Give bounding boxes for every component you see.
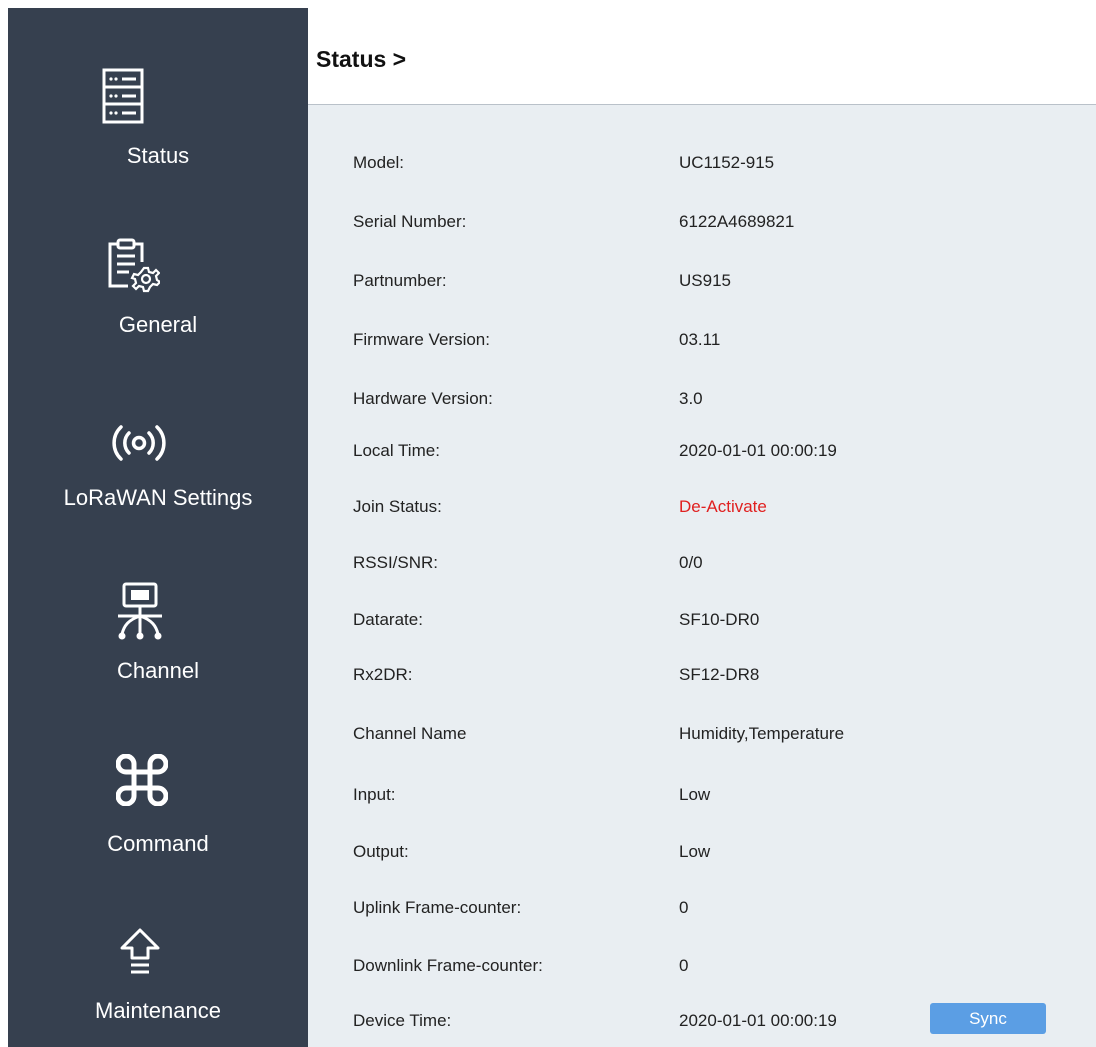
row-value: Low: [679, 785, 711, 804]
sidebar-item-channel[interactable]: Channel: [8, 508, 308, 683]
status-row-join-status: Join Status: De-Activate: [308, 497, 1096, 527]
sidebar-item-maintenance[interactable]: Maintenance: [8, 848, 308, 1023]
row-label: Input:: [353, 785, 396, 804]
row-label: Output:: [353, 842, 409, 861]
status-row-output: Output: Low: [308, 842, 1096, 872]
row-value: SF12-DR8: [679, 665, 760, 684]
row-label: Hardware Version:: [353, 389, 493, 408]
row-label: Device Time:: [353, 1011, 452, 1030]
status-row-input: Input: Low: [308, 785, 1096, 815]
row-value: 3.0: [679, 389, 703, 408]
status-row-model: Model: UC1152-915: [308, 153, 1096, 183]
row-value: 0/0: [679, 553, 703, 572]
row-label: Partnumber:: [353, 271, 447, 290]
row-value: US915: [679, 271, 731, 290]
status-panel: Status > Model: UC1152-915 Serial Number…: [308, 8, 1096, 1047]
row-label: Rx2DR:: [353, 665, 413, 684]
row-value: 03.11: [679, 330, 721, 349]
status-row-rx2dr: Rx2DR: SF12-DR8: [308, 665, 1096, 695]
join-status-value: De-Activate: [679, 497, 767, 516]
row-value: 0: [679, 956, 689, 975]
row-label: Join Status:: [353, 497, 442, 516]
row-value: 6122A4689821: [679, 212, 795, 231]
wireless-signal-icon: [112, 425, 166, 461]
upgrade-arrow-icon: [120, 928, 160, 974]
row-label: Datarate:: [353, 610, 423, 629]
row-label: Local Time:: [353, 441, 440, 460]
status-row-local-time: Local Time: 2020-01-01 00:00:19: [308, 441, 1096, 471]
sidebar-item-label: Status: [126, 143, 190, 168]
status-row-firmware-version: Firmware Version: 03.11: [308, 330, 1096, 360]
sidebar-item-lorawan-settings[interactable]: LoRaWAN Settings: [8, 338, 308, 510]
row-label: Serial Number:: [353, 212, 467, 231]
status-row-rssi-snr: RSSI/SNR: 0/0: [308, 553, 1096, 583]
row-value: 2020-01-01 00:00:19: [679, 1011, 837, 1030]
page-header: Status >: [308, 8, 1096, 105]
status-row-partnumber: Partnumber: US915: [308, 271, 1096, 301]
status-row-serial-number: Serial Number: 6122A4689821: [308, 212, 1096, 242]
row-value: Low: [679, 842, 711, 861]
server-icon: [102, 68, 144, 124]
row-value: SF10-DR0: [679, 610, 760, 629]
clipboard-gear-icon: [108, 238, 160, 293]
row-value: 0: [679, 898, 689, 917]
row-label: Uplink Frame-counter:: [353, 898, 522, 917]
command-key-icon: [116, 754, 168, 806]
row-value: UC1152-915: [679, 153, 775, 172]
sidebar-item-general[interactable]: General: [8, 168, 308, 337]
channel-network-icon: [118, 582, 162, 640]
sync-button[interactable]: Sync: [930, 1003, 1046, 1034]
row-value: 2020-01-01 00:00:19: [679, 441, 837, 460]
row-value: Humidity,Temperature: [679, 724, 845, 743]
sidebar-item-label: Maintenance: [95, 998, 221, 1023]
status-row-datarate: Datarate: SF10-DR0: [308, 610, 1096, 640]
sidebar-item-label: General: [118, 312, 198, 337]
page-title: Status >: [316, 46, 407, 72]
status-row-downlink-frame-counter: Downlink Frame-counter: 0: [308, 956, 1096, 986]
sidebar: Status General LoRaWAN Settings Channel …: [8, 8, 308, 1047]
row-label: Downlink Frame-counter:: [353, 956, 543, 975]
row-label: Firmware Version:: [353, 330, 490, 349]
status-row-hardware-version: Hardware Version: 3.0: [308, 389, 1096, 419]
row-label: RSSI/SNR:: [353, 553, 439, 572]
sidebar-item-status[interactable]: Status: [8, 8, 308, 168]
status-row-channel-name: Channel Name Humidity,Temperature: [308, 724, 1096, 754]
status-row-uplink-frame-counter: Uplink Frame-counter: 0: [308, 898, 1096, 928]
row-label: Channel Name: [353, 724, 467, 743]
sidebar-item-command[interactable]: Command: [8, 678, 308, 856]
row-label: Model:: [353, 153, 405, 172]
